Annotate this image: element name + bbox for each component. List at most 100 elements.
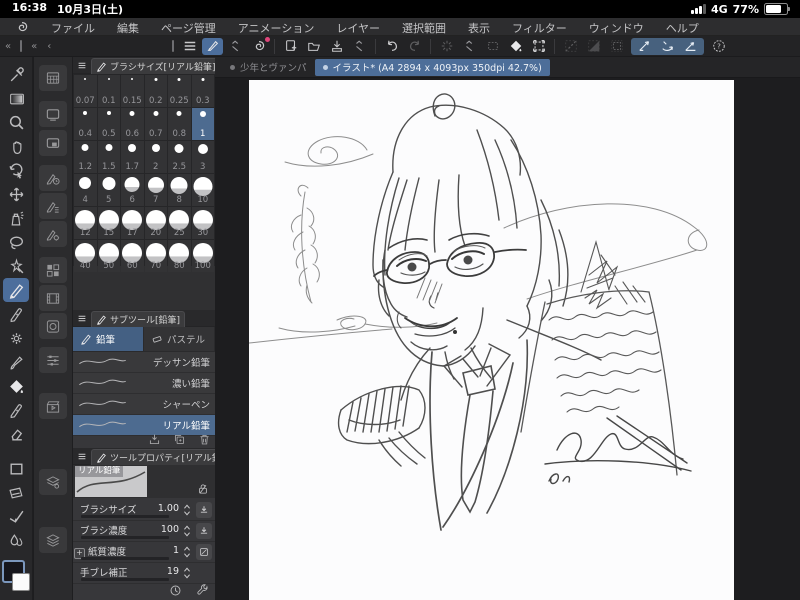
quick-access-dock-button[interactable] — [39, 313, 67, 339]
duplicate-subtool-icon[interactable] — [173, 433, 186, 446]
brush-size-cell-80[interactable]: 80 — [168, 240, 191, 272]
canvas-view-dock-button[interactable] — [39, 101, 67, 127]
rotate-view-tool[interactable] — [3, 158, 29, 182]
pencil-tool-selected[interactable] — [3, 278, 29, 302]
brush-size-cell-1.7[interactable]: 1.7 — [121, 141, 144, 173]
property-slider[interactable] — [81, 578, 169, 581]
menu-item-5[interactable]: 選択範囲 — [391, 22, 457, 35]
pen-tool[interactable] — [3, 302, 29, 326]
fill-tool[interactable] — [3, 374, 29, 398]
brush-size-cell-100[interactable]: 100 — [191, 240, 214, 272]
canvas-tab-inactive[interactable]: 少年とヴァンパ — [222, 59, 315, 76]
brush-size-cell-50[interactable]: 50 — [97, 240, 120, 272]
brush-size-cell-17[interactable]: 17 — [121, 207, 144, 239]
wrench-settings-icon[interactable] — [196, 584, 209, 597]
collapse-dock-button[interactable]: « — [26, 41, 42, 52]
subtool-tab-pastel[interactable]: パステル — [144, 327, 215, 351]
brush-size-cell-0.15[interactable]: 0.15 — [121, 75, 144, 107]
panel-menu-icon[interactable] — [77, 452, 87, 461]
color-set-dock-button[interactable] — [39, 257, 67, 283]
brush-size-cell-70[interactable]: 70 — [144, 240, 167, 272]
fill-button[interactable] — [505, 38, 526, 55]
collapse-palette-button[interactable]: ‹ — [42, 41, 56, 52]
material-dock-button[interactable] — [39, 469, 67, 495]
auto-select-tool[interactable] — [3, 254, 29, 278]
background-color-swatch[interactable] — [12, 573, 30, 591]
brush-size-cell-0.1[interactable]: 0.1 — [97, 75, 120, 107]
property-slider[interactable] — [81, 536, 169, 539]
filter-spinner-button[interactable] — [436, 38, 457, 55]
reference-dock-button[interactable] — [39, 130, 67, 156]
subtool-item-0[interactable]: デッサン鉛筆 — [73, 352, 215, 373]
subtool-item-2[interactable]: シャーペン — [73, 394, 215, 415]
panel-menu-icon[interactable] — [77, 61, 87, 70]
expand-file-options-icon[interactable] — [349, 38, 370, 55]
page-manager-dock-button[interactable] — [39, 65, 67, 91]
tool-property-dock-button[interactable] — [39, 221, 67, 247]
brush-size-cell-1.2[interactable]: 1.2 — [74, 141, 97, 173]
brush-size-cell-7[interactable]: 7 — [144, 174, 167, 206]
invert-selection-button[interactable] — [583, 38, 604, 55]
import-subtool-icon[interactable] — [148, 433, 161, 446]
selection-border-button[interactable] — [606, 38, 627, 55]
brush-size-cell-0.5[interactable]: 0.5 — [97, 108, 120, 140]
brush-size-cell-2.5[interactable]: 2.5 — [168, 141, 191, 173]
main-menu-icon[interactable] — [179, 38, 200, 55]
brush-size-cell-20[interactable]: 20 — [144, 207, 167, 239]
layer-dock-button[interactable] — [39, 527, 67, 553]
expand-tool-options-icon[interactable] — [225, 38, 246, 55]
dynamics-source-button[interactable] — [196, 502, 212, 518]
snap-guide-button[interactable] — [680, 38, 701, 55]
brush-size-cell-3[interactable]: 3 — [191, 141, 214, 173]
menu-item-3[interactable]: アニメーション — [227, 22, 326, 35]
brush-size-cell-0.6[interactable]: 0.6 — [121, 108, 144, 140]
drawing-canvas-page[interactable] — [249, 80, 734, 600]
select-layer-button[interactable] — [482, 38, 503, 55]
property-slider[interactable] — [81, 515, 169, 518]
menu-item-6[interactable]: 表示 — [457, 22, 501, 35]
airbrush-tool[interactable] — [3, 206, 29, 230]
export-button[interactable] — [326, 38, 347, 55]
value-stepper-icon[interactable] — [183, 504, 191, 516]
hand-tool[interactable] — [3, 134, 29, 158]
brush-size-cell-5[interactable]: 5 — [97, 174, 120, 206]
brush-size-cell-0.4[interactable]: 0.4 — [74, 108, 97, 140]
brush-size-cell-30[interactable]: 30 — [191, 207, 214, 239]
menu-item-8[interactable]: ウィンドウ — [578, 22, 655, 35]
lasso-selection-tool[interactable] — [3, 230, 29, 254]
move-tool[interactable] — [3, 182, 29, 206]
value-stepper-icon[interactable] — [183, 546, 191, 558]
expand-edit-options-icon[interactable] — [459, 38, 480, 55]
command-bar-dock-button[interactable] — [39, 347, 67, 373]
snap-special-ruler-button[interactable] — [657, 38, 678, 55]
crop-button[interactable] — [528, 38, 549, 55]
gradient-tool[interactable] — [3, 86, 29, 110]
menu-item-2[interactable]: ページ管理 — [150, 22, 227, 35]
unlock-icon[interactable] — [197, 483, 209, 495]
menu-item-9[interactable]: ヘルプ — [655, 22, 710, 35]
value-stepper-icon[interactable] — [183, 567, 191, 579]
brush-size-cell-0.7[interactable]: 0.7 — [144, 108, 167, 140]
timeline-dock-button[interactable] — [39, 285, 67, 311]
open-file-button[interactable] — [303, 38, 324, 55]
brush-size-cell-15[interactable]: 15 — [97, 207, 120, 239]
property-slider[interactable] — [81, 557, 169, 560]
help-button[interactable] — [708, 38, 729, 55]
brush-size-cell-1[interactable]: 1 — [191, 108, 214, 140]
brush-preview-thumbnail[interactable]: リアル鉛筆 — [75, 466, 147, 497]
undo-button[interactable] — [381, 38, 402, 55]
brush-size-cell-0.25[interactable]: 0.25 — [168, 75, 191, 107]
brush-size-cell-0.3[interactable]: 0.3 — [191, 75, 214, 107]
brush-size-cell-40[interactable]: 40 — [74, 240, 97, 272]
panel-menu-icon[interactable] — [77, 314, 87, 323]
brush-tool[interactable] — [3, 350, 29, 374]
brush-size-cell-6[interactable]: 6 — [121, 174, 144, 206]
subtool-item-1[interactable]: 濃い鉛筆 — [73, 373, 215, 394]
texture-none-button[interactable] — [196, 544, 212, 560]
pane-handle[interactable] — [20, 40, 23, 52]
eraser-tool[interactable] — [3, 422, 29, 446]
brush-size-cell-0.07[interactable]: 0.07 — [74, 75, 97, 107]
figure-tool[interactable] — [3, 456, 29, 480]
canvas-tab-active[interactable]: イラスト* (A4 2894 x 4093px 350dpi 42.7%) — [314, 58, 550, 76]
magnifier-tool[interactable] — [3, 110, 29, 134]
